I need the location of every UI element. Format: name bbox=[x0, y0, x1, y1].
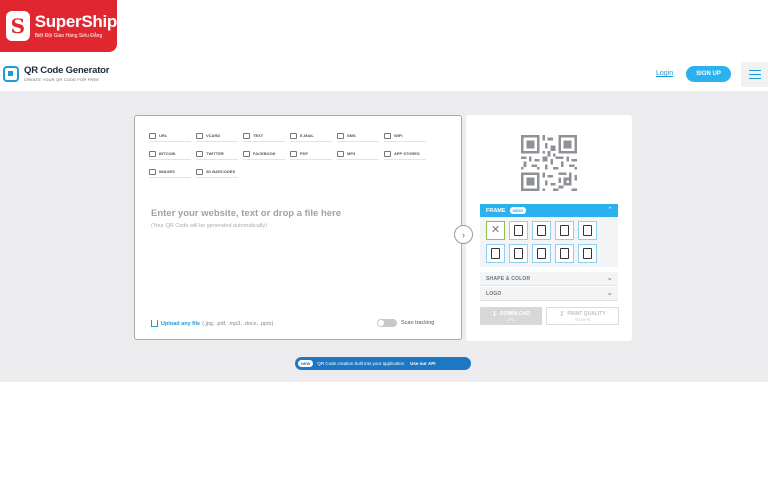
qr-type-bitcoin[interactable]: BITCOIN bbox=[149, 148, 191, 160]
shape-color-section[interactable]: SHAPE & COLOR ⌄ bbox=[480, 272, 618, 286]
qr-type-sms[interactable]: SMS bbox=[337, 130, 379, 142]
supership-tagline: Biệt Đội Giao Hàng Siêu Đẳng bbox=[34, 33, 103, 39]
link-icon bbox=[149, 132, 156, 139]
frame-option[interactable] bbox=[555, 244, 574, 263]
barcode-icon bbox=[196, 168, 203, 175]
frame-option[interactable] bbox=[532, 221, 551, 240]
frame-box-icon bbox=[560, 248, 569, 259]
print-quality-button[interactable]: ↧ PRINT QUALITY SVG/EPS bbox=[546, 307, 619, 325]
brand-subtitle: CREATE YOUR QR CODE FOR FREE bbox=[24, 77, 100, 82]
qr-logo-icon[interactable] bbox=[3, 66, 19, 82]
frame-option[interactable] bbox=[555, 221, 574, 240]
upload-link[interactable]: Upload any file bbox=[161, 321, 200, 327]
frame-label-icon bbox=[537, 248, 546, 259]
api-new-badge: NEW bbox=[298, 360, 314, 367]
qr-type-vcard[interactable]: VCARD bbox=[196, 130, 238, 142]
frame-hand-icon bbox=[514, 248, 523, 259]
options-panel: FRAME NEW! ⌃ ✕ SHAPE & COLOR ⌄ LOGO ⌄ ↧ D… bbox=[466, 115, 632, 341]
frame-option[interactable] bbox=[509, 244, 528, 263]
facebook-icon bbox=[243, 150, 250, 157]
twitter-icon bbox=[196, 150, 203, 157]
music-icon bbox=[337, 150, 344, 157]
bitcoin-icon bbox=[149, 150, 156, 157]
app-store-icon bbox=[384, 150, 391, 157]
qr-code-preview bbox=[521, 135, 577, 191]
frame-card-icon bbox=[583, 225, 592, 236]
login-link[interactable]: Login bbox=[656, 70, 673, 77]
frame-option[interactable] bbox=[532, 244, 551, 263]
api-banner[interactable]: NEW QR Code creation built into your app… bbox=[295, 357, 471, 370]
frame-option[interactable] bbox=[578, 221, 597, 240]
site-header: QR Code Generator CREATE YOUR QR CODE FO… bbox=[0, 58, 768, 91]
frame-phone-icon bbox=[514, 225, 523, 236]
sms-icon bbox=[337, 132, 344, 139]
supership-logo-icon: S bbox=[6, 11, 30, 41]
shape-color-label: SHAPE & COLOR bbox=[486, 275, 531, 282]
chevron-up-icon: ⌃ bbox=[607, 207, 613, 214]
frame-title: FRAME bbox=[486, 207, 506, 214]
frame-cup-icon bbox=[583, 248, 592, 259]
editor-panel[interactable]: URL VCARD TEXT E-MAIL SMS WIFI BITCOIN TWITTER F… bbox=[134, 115, 462, 340]
frame-option[interactable] bbox=[486, 244, 505, 263]
upload-types: (.jpg, .pdf, .mp3, .docx, .pptx) bbox=[202, 320, 274, 327]
scan-tracking-toggle[interactable] bbox=[377, 319, 397, 327]
logo-section[interactable]: LOGO ⌄ bbox=[480, 287, 618, 301]
input-hint: (Your QR Code will be generated automati… bbox=[151, 223, 267, 229]
frame-option[interactable] bbox=[509, 221, 528, 240]
qr-type-url[interactable]: URL bbox=[149, 130, 191, 142]
scan-tracking: Scan tracking bbox=[377, 319, 434, 327]
vcard-icon bbox=[196, 132, 203, 139]
qr-type-wifi[interactable]: WIFI bbox=[384, 130, 426, 142]
supership-brand: SuperShip bbox=[34, 12, 118, 31]
email-icon bbox=[290, 132, 297, 139]
chevron-down-icon: ⌄ bbox=[606, 290, 613, 297]
logo-label: LOGO bbox=[486, 290, 502, 297]
chevron-down-icon: ⌄ bbox=[606, 275, 613, 282]
brand[interactable]: QR Code Generator CREATE YOUR QR CODE FO… bbox=[24, 65, 109, 82]
qr-type-images[interactable]: IMAGES bbox=[149, 166, 191, 178]
frame-bag-icon bbox=[491, 248, 500, 259]
signup-button[interactable]: SIGN UP bbox=[686, 66, 731, 82]
qr-type-facebook[interactable]: FACEBOOK bbox=[243, 148, 285, 160]
qr-type-2d-barcodes[interactable]: 2D BARCODES bbox=[196, 166, 238, 178]
qr-type-mp3[interactable]: MP3 bbox=[337, 148, 379, 160]
frame-option[interactable] bbox=[578, 244, 597, 263]
download-icon: ↧ bbox=[559, 311, 565, 318]
qr-type-app-stores[interactable]: APP STORES bbox=[384, 148, 426, 160]
image-icon bbox=[149, 168, 156, 175]
download-icon: ↧ bbox=[491, 311, 498, 318]
close-icon: ✕ bbox=[490, 224, 501, 236]
wifi-icon bbox=[384, 132, 391, 139]
scan-tracking-label: Scan tracking bbox=[401, 320, 435, 326]
frame-option-none[interactable]: ✕ bbox=[486, 221, 505, 240]
qr-type-pdf[interactable]: PDF bbox=[290, 148, 332, 160]
download-button[interactable]: ↧ DOWNLOAD JPG bbox=[480, 307, 542, 325]
input-prompt[interactable]: Enter your website, text or drop a file … bbox=[151, 208, 341, 219]
text-icon bbox=[243, 132, 250, 139]
chevron-right-icon[interactable]: › bbox=[454, 225, 473, 244]
qr-type-text[interactable]: TEXT bbox=[243, 130, 285, 142]
supership-badge: S SuperShip Biệt Đội Giao Hàng Siêu Đẳng bbox=[0, 0, 117, 52]
hamburger-menu-icon[interactable] bbox=[741, 62, 768, 87]
api-banner-text: QR Code creation built into your applica… bbox=[317, 361, 405, 366]
new-badge: NEW! bbox=[509, 207, 527, 214]
frame-tag-icon bbox=[537, 225, 546, 236]
api-link[interactable]: Use our API bbox=[410, 361, 435, 366]
brand-title: QR Code Generator bbox=[24, 65, 110, 76]
pdf-icon bbox=[290, 150, 297, 157]
upload-icon[interactable] bbox=[151, 320, 158, 327]
frame-section-header[interactable]: FRAME NEW! ⌃ bbox=[480, 204, 618, 217]
qr-type-grid: URL VCARD TEXT E-MAIL SMS WIFI BITCOIN TWITTER F… bbox=[149, 130, 449, 178]
frame-phone-icon bbox=[560, 225, 569, 236]
qr-type-twitter[interactable]: TWITTER bbox=[196, 148, 238, 160]
qr-type-e-mail[interactable]: E-MAIL bbox=[290, 130, 332, 142]
upload-row: Upload any file (.jpg, .pdf, .mp3, .docx… bbox=[151, 320, 273, 327]
frame-options: ✕ bbox=[480, 217, 618, 267]
